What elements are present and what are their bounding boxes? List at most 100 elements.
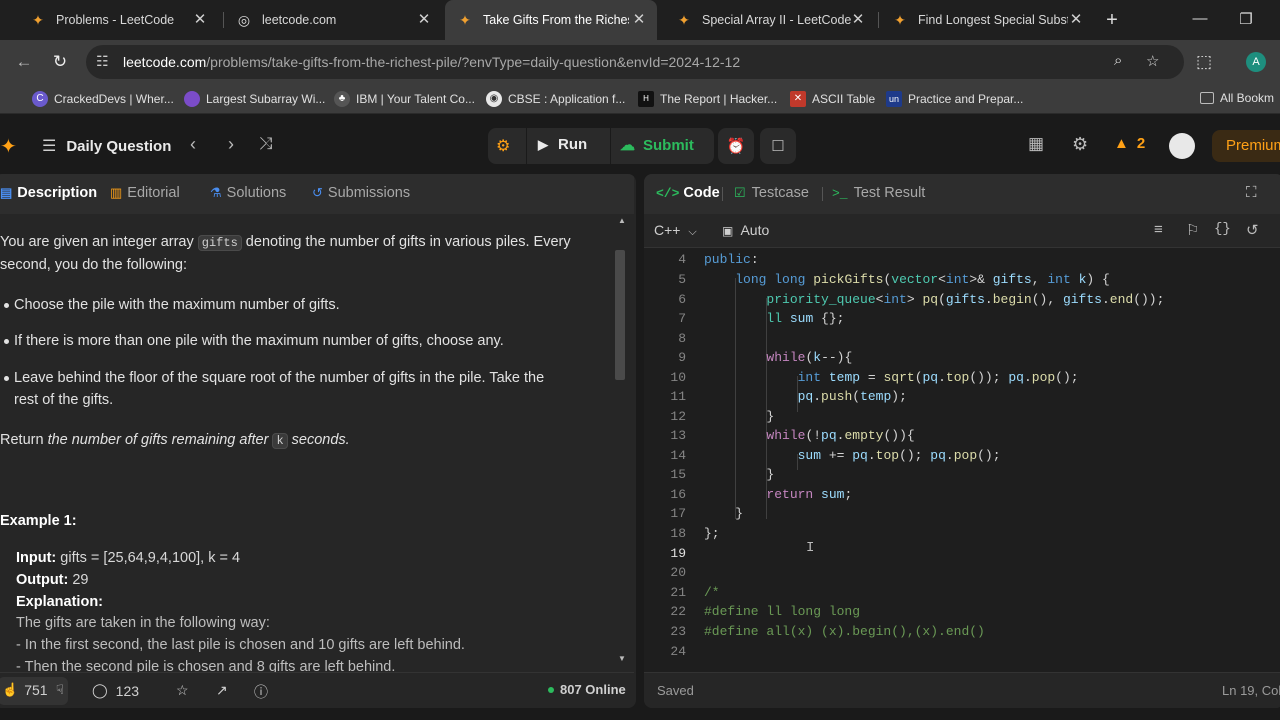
code-editor[interactable]: 4 5 6 7 8 9 10 11 12 13 14 15 16 17 18 19 20 21 22 23 24 pub… [644, 248, 1280, 682]
bookmark-practice[interactable]: un Practice and Prepar... [886, 91, 1023, 107]
streak-count: 2 [1136, 135, 1146, 152]
run-label: Run [558, 136, 588, 153]
favorite-star-icon[interactable]: ☆ [176, 682, 189, 699]
extensions-icon[interactable]: ⬚ [1194, 52, 1214, 72]
profile-avatar[interactable]: A [1246, 52, 1266, 72]
bookmark-largest-subarray[interactable]: Largest Subarray Wi... [184, 91, 325, 107]
bookmark-ascii-table[interactable]: ✕ ASCII Table [790, 91, 875, 107]
address-input[interactable]: ☷ leetcode.com/problems/take-gifts-from-… [86, 45, 1184, 79]
new-tab-button[interactable]: + [1102, 10, 1122, 30]
scroll-down-icon[interactable]: ▼ [618, 654, 626, 663]
minimize-button[interactable]: — [1190, 10, 1210, 27]
auto-mode[interactable]: ▣ Auto [722, 222, 769, 238]
reset-icon[interactable]: ↺ [1246, 221, 1259, 239]
divider [610, 128, 611, 164]
layout-icon[interactable]: ▦ [1028, 134, 1044, 154]
tab-test-result[interactable]: >_ Test Result [832, 185, 925, 201]
browser-tab-problems[interactable]: ✦ Problems - LeetCode ✕ [18, 0, 218, 40]
close-icon[interactable]: ✕ [416, 12, 432, 28]
lock-icon: ▣ [722, 224, 734, 238]
next-question-button[interactable]: › [228, 134, 234, 155]
streak-counter[interactable]: ▲ 2 [1114, 135, 1145, 152]
bookmark-icon[interactable]: ⚐ [1186, 221, 1199, 239]
code-line: }; [704, 526, 720, 541]
line-number: 16 [670, 487, 686, 502]
bullet-text: rest of the gifts. [14, 392, 114, 408]
reload-icon[interactable]: ↻ [50, 52, 70, 72]
tab-description[interactable]: ▤ Description [0, 185, 97, 201]
bookmark-ibm[interactable]: ♣ IBM | Your Talent Co... [334, 91, 475, 107]
scroll-up-icon[interactable]: ▲ [618, 216, 626, 225]
bookmark-cbse[interactable]: ◉ CBSE : Application f... [486, 91, 625, 107]
close-icon[interactable]: ✕ [850, 12, 866, 28]
submit-button[interactable]: ☁ Submit [620, 136, 694, 155]
tab-testcase[interactable]: ☑ Testcase [734, 185, 809, 201]
return-text: Return [0, 432, 48, 448]
maximize-button[interactable]: ❐ [1236, 10, 1256, 28]
book-icon: ▥ [110, 185, 123, 200]
bookmark-hackerrank[interactable]: H The Report | Hacker... [638, 91, 777, 107]
cloud-upload-icon: ☁ [620, 137, 635, 154]
folder-icon [1200, 92, 1214, 104]
intro-line-2: second, you do the following: [0, 257, 188, 273]
browser-tab-take-gifts[interactable]: ✦ Take Gifts From the Richest P ✕ [445, 0, 657, 40]
tab-editorial[interactable]: ▥ Editorial [110, 185, 180, 201]
zoom-icon[interactable]: ⌕ [1114, 52, 1122, 69]
close-icon[interactable]: ✕ [631, 12, 647, 28]
thumbs-down-icon: ☟ [56, 682, 64, 697]
run-button[interactable]: ▶ Run [538, 136, 587, 153]
line-number: 17 [670, 506, 686, 521]
settings-gear-icon[interactable]: ⚙ [1072, 134, 1088, 155]
url-text[interactable]: leetcode.com/problems/take-gifts-from-th… [123, 54, 740, 70]
timer-icon[interactable]: ⏰ [718, 128, 754, 164]
prev-question-button[interactable]: ‹ [190, 134, 196, 155]
comments-button[interactable]: ◯ 123 [92, 682, 139, 699]
tab-submissions[interactable]: ↺ Submissions [312, 185, 410, 201]
leetcode-logo-icon[interactable]: ✦ [0, 134, 17, 159]
example-explanation-label: Explanation: [16, 591, 103, 613]
code-line: int temp = sqrt(pq.top()); pq.pop(); [797, 370, 1079, 385]
return-italic: the number of gifts remaining after [47, 432, 273, 448]
back-icon[interactable]: ← [14, 52, 34, 72]
format-icon[interactable]: ≡ [1154, 221, 1163, 238]
bookmark-crackeddevs[interactable]: C CrackedDevs | Wher... [32, 91, 174, 107]
debug-icon[interactable]: ⚙ [496, 136, 510, 156]
bookmark-favicon [184, 91, 200, 107]
code-line: while(k--){ [766, 350, 853, 365]
help-icon[interactable]: ⓘ [254, 682, 268, 702]
share-icon[interactable]: ↗ [216, 682, 228, 699]
close-icon[interactable]: ✕ [192, 12, 208, 28]
line-number: 5 [678, 272, 686, 287]
star-icon[interactable]: ☆ [1146, 52, 1159, 70]
scrollbar-thumb[interactable] [615, 250, 625, 380]
braces-icon[interactable]: {} [1214, 221, 1231, 237]
flask-icon: ⚗ [210, 185, 222, 200]
site-info-icon[interactable]: ☷ [96, 53, 109, 70]
bookmark-label: Largest Subarray Wi... [206, 92, 326, 106]
tab-code[interactable]: </> Code [656, 185, 720, 201]
user-avatar[interactable] [1169, 133, 1195, 159]
explanation-line: - In the first second, the last pile is … [16, 637, 465, 653]
language-select[interactable]: C++ ⌵ [654, 222, 697, 239]
shuffle-icon[interactable]: ⤨ [259, 134, 273, 154]
tab-solutions[interactable]: ⚗ Solutions [210, 185, 286, 201]
practice-icon: un [886, 91, 902, 107]
fullscreen-icon[interactable]: ⛶ [1246, 184, 1257, 201]
ibm-icon: ♣ [334, 91, 350, 107]
intro-line: You are given an integer array gifts den… [0, 231, 571, 254]
notes-icon[interactable]: ☐ [760, 128, 796, 164]
problem-list-button[interactable]: ☰ Daily Question [42, 136, 171, 156]
browser-tab-longest-special[interactable]: ✦ Find Longest Special Substri ✕ [880, 0, 1094, 40]
close-icon[interactable]: ✕ [1068, 12, 1084, 28]
bookmark-all[interactable]: All Bookm [1200, 91, 1274, 105]
example-output: Output: 29 [16, 569, 89, 591]
bookmark-label: All Bookm [1220, 91, 1275, 105]
premium-button[interactable]: Premium [1212, 130, 1280, 162]
like-button[interactable]: ☝ 751 [2, 682, 48, 698]
dislike-button[interactable]: ☟ [56, 682, 64, 698]
browser-tab-special-array[interactable]: ✦ Special Array II - LeetCode ✕ [664, 0, 876, 40]
bullet-text: Leave behind the floor of the square roo… [14, 370, 545, 386]
description-scrollbar[interactable]: ▲ ▼ [615, 216, 627, 708]
browser-tab-leetcode[interactable]: ◎ leetcode.com ✕ [224, 0, 442, 40]
tab-label: Submissions [327, 185, 411, 201]
